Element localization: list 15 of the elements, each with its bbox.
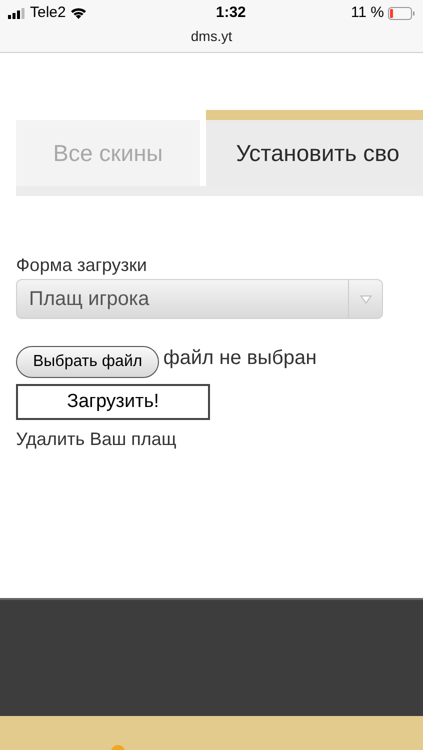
url-text[interactable]: dms.yt <box>190 26 232 47</box>
clock-time: 1:32 <box>216 2 246 23</box>
battery-icon <box>388 6 415 20</box>
delete-link[interactable]: Удалить Ваш плащ <box>16 426 176 453</box>
select-dropdown[interactable]: Плащ игрока <box>16 279 383 319</box>
caret-icon <box>360 294 372 304</box>
wifi-icon <box>70 7 87 19</box>
tab[interactable]: Установить сво <box>206 110 423 186</box>
choose-file-button[interactable]: Выбрать файл <box>16 346 160 378</box>
form-label: Форма загрузки <box>16 254 147 277</box>
upload-button[interactable]: Загрузить! <box>16 384 210 420</box>
battery-percent: 11 % <box>350 2 384 23</box>
carrier-name: Tele2 <box>30 2 66 23</box>
file-status: файл не выбран <box>163 346 317 371</box>
signal-icon <box>8 8 26 18</box>
